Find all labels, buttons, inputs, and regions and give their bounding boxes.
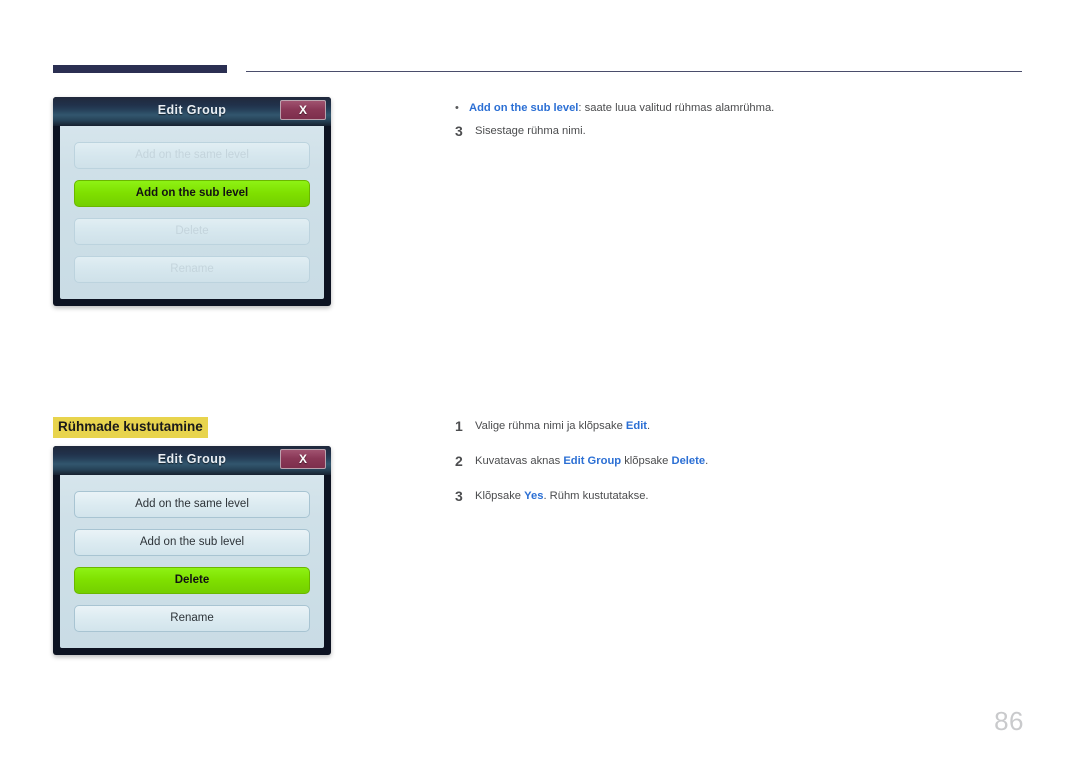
step-keyword-delete: Delete (671, 455, 706, 467)
bullet-text: Add on the sub level: saate luua valitud… (469, 101, 774, 116)
dialog-edit-group-sub: Edit Group X Add on the same level Add o… (53, 97, 331, 306)
button-delete[interactable]: Delete (74, 567, 310, 594)
header-rule-thick (53, 65, 227, 73)
step-text-pre: Kuvatavas aknas (475, 455, 564, 467)
button-add-on-the-sub-level[interactable]: Add on the sub level (74, 529, 310, 556)
step-number: 3 (455, 488, 463, 504)
page-header-rules (0, 0, 1080, 80)
dialog-body: Add on the same level Add on the sub lev… (60, 126, 324, 299)
button-rename[interactable]: Rename (74, 605, 310, 632)
button-delete[interactable]: Delete (74, 218, 310, 245)
bullet-marker-icon: • (455, 102, 459, 114)
button-add-on-the-same-level[interactable]: Add on the same level (74, 142, 310, 169)
close-icon[interactable]: X (280, 100, 326, 120)
dialog-titlebar: Edit Group X (53, 446, 331, 475)
dialog-body: Add on the same level Add on the sub lev… (60, 475, 324, 648)
step-keyword-edit: Edit (625, 420, 648, 432)
step-number: 1 (455, 418, 463, 434)
step-text-pre: Valige rühma nimi ja klõpsake (475, 420, 626, 432)
dialog-edit-group-delete: Edit Group X Add on the same level Add o… (53, 446, 331, 655)
step-text-pre: Klõpsake (475, 490, 525, 502)
button-add-on-the-same-level[interactable]: Add on the same level (74, 491, 310, 518)
step-keyword-yes: Yes (524, 490, 544, 502)
step-enter-group-name: 3 Sisestage rühma nimi. (455, 124, 586, 139)
header-rule-thin (246, 71, 1022, 72)
step-text-post: . (705, 455, 709, 467)
button-rename[interactable]: Rename (74, 256, 310, 283)
button-add-on-the-sub-level[interactable]: Add on the sub level (74, 180, 310, 207)
step-text: Sisestage rühma nimi. (475, 125, 586, 137)
close-icon[interactable]: X (280, 449, 326, 469)
step-click-delete-in-edit-group: 2 Kuvatavas aknas Edit Group klõpsake De… (455, 454, 708, 469)
step-text-mid: klõpsake (621, 455, 672, 467)
step-text: Valige rühma nimi ja klõpsake Edit. (475, 419, 650, 434)
dialog-titlebar: Edit Group X (53, 97, 331, 126)
step-text: Klõpsake Yes. Rühm kustutatakse. (475, 489, 649, 504)
step-number: 3 (455, 123, 463, 139)
step-click-yes-group-deleted: 3 Klõpsake Yes. Rühm kustutatakse. (455, 489, 649, 504)
step-text-post: . (647, 420, 651, 432)
step-number: 2 (455, 453, 463, 469)
page-number: 86 (994, 706, 1024, 736)
bullet-keyword: Add on the sub level (469, 102, 579, 114)
bullet-rest: : saate luua valitud rühmas alamrühma. (578, 102, 775, 114)
bullet-item-add-on-the-sub-level: • Add on the sub level: saate luua valit… (455, 101, 774, 116)
step-keyword-edit-group: Edit Group (563, 455, 622, 467)
section-heading: Rühmade kustutamine (53, 417, 208, 438)
step-text-post: . Rühm kustutatakse. (543, 490, 649, 502)
step-select-group-and-click-edit: 1 Valige rühma nimi ja klõpsake Edit. (455, 419, 650, 434)
step-text: Kuvatavas aknas Edit Group klõpsake Dele… (475, 454, 708, 469)
